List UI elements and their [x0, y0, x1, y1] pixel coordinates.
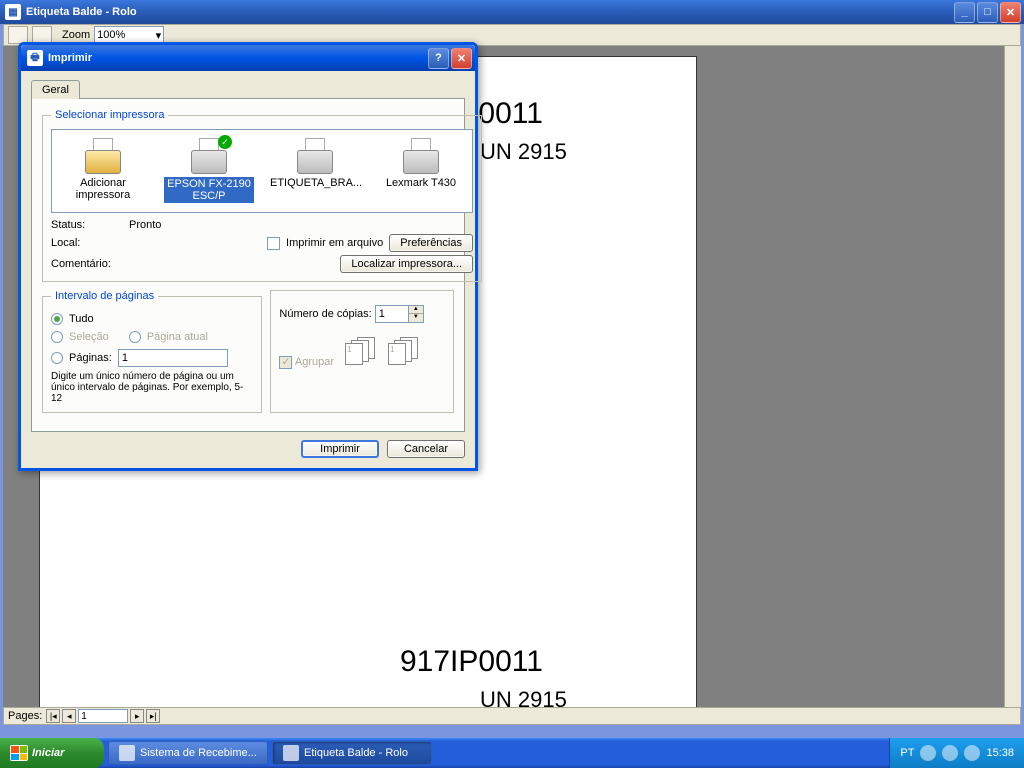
radio-pages[interactable]: [51, 352, 63, 364]
tray-icon-2[interactable]: [942, 745, 958, 761]
collate-preview-icon: 321 321: [345, 337, 428, 368]
copies-label: Número de cópias:: [279, 308, 371, 320]
taskbar-item-sistema[interactable]: Sistema de Recebime...: [108, 741, 268, 765]
collate-checkbox: ✓: [279, 356, 292, 369]
tray-icon-1[interactable]: [920, 745, 936, 761]
printer-label-lexmark: Lexmark T430: [376, 177, 466, 189]
printer-item-etiqueta[interactable]: ETIQUETA_BRA...: [270, 138, 360, 189]
radio-current: [129, 331, 141, 343]
vertical-scrollbar[interactable]: [1004, 46, 1021, 707]
group-select-printer: Selecionar impressora Adicionar impresso…: [42, 109, 482, 282]
taskbar-item-etiqueta[interactable]: Etiqueta Balde - Rolo: [272, 741, 432, 765]
printer-label-epson: EPSON FX-2190 ESC/P: [164, 177, 254, 203]
radio-all[interactable]: [51, 313, 63, 325]
task-label-2: Etiqueta Balde - Rolo: [304, 747, 408, 759]
radio-all-row[interactable]: Tudo: [51, 313, 253, 325]
task-icon-2: [283, 745, 299, 761]
dialog-title: Imprimir: [48, 52, 428, 64]
tab-panel-general: Selecionar impressora Adicionar impresso…: [31, 98, 465, 432]
printer-icon-etiqueta: [295, 138, 335, 174]
main-titlebar: ▦ Etiqueta Balde - Rolo _ □ ✕: [0, 0, 1024, 24]
pages-input[interactable]: [118, 349, 228, 367]
task-label-1: Sistema de Recebime...: [140, 747, 257, 759]
add-printer-icon: [83, 138, 123, 174]
window-title: Etiqueta Balde - Rolo: [26, 6, 954, 18]
pager-first-button[interactable]: |◂: [46, 709, 60, 723]
clock[interactable]: 15:38: [986, 747, 1014, 759]
print-to-file-label: Imprimir em arquivo: [286, 237, 383, 249]
printer-list: Adicionar impressora ✓ EPSON FX-2190 ESC…: [51, 129, 473, 213]
start-label: Iniciar: [32, 747, 64, 759]
radio-pages-row[interactable]: Páginas:: [51, 349, 253, 367]
radio-all-label: Tudo: [69, 313, 94, 325]
dialog-help-button[interactable]: ?: [428, 48, 449, 69]
tab-general[interactable]: Geral: [31, 80, 80, 99]
printer-icon-epson: ✓: [189, 138, 229, 174]
printer-item-epson[interactable]: ✓ EPSON FX-2190 ESC/P: [164, 138, 254, 203]
print-to-file-checkbox[interactable]: [267, 237, 280, 250]
cancel-button[interactable]: Cancelar: [387, 440, 465, 458]
pager-label: Pages:: [8, 710, 42, 722]
preferences-button[interactable]: Preferências: [389, 234, 473, 252]
status-label: Status:: [51, 219, 121, 231]
minimize-button[interactable]: _: [954, 2, 975, 23]
dropdown-arrow-icon: ▾: [156, 29, 162, 42]
radio-selection-label: Seleção: [69, 331, 109, 343]
status-value: Pronto: [129, 219, 259, 231]
pager-prev-button[interactable]: ◂: [62, 709, 76, 723]
task-icon-1: [119, 745, 135, 761]
zoom-value: 100%: [97, 29, 125, 41]
label-un-1: UN 2915: [480, 139, 567, 165]
zoom-label: Zoom: [62, 29, 90, 41]
label-un-2: UN 2915: [480, 687, 567, 707]
copies-spin-up[interactable]: ▲: [409, 306, 423, 314]
radio-selection: [51, 331, 63, 343]
print-button[interactable]: Imprimir: [301, 440, 379, 458]
start-button[interactable]: Iniciar: [0, 738, 104, 768]
radio-current-row: Página atual: [129, 331, 208, 343]
printer-icon-lexmark: [401, 138, 441, 174]
pages-hint: Digite um único número de página ou um ú…: [51, 371, 253, 404]
close-button[interactable]: ✕: [1000, 2, 1021, 23]
windows-logo-icon: [10, 745, 28, 761]
local-label: Local:: [51, 237, 121, 249]
maximize-button[interactable]: □: [977, 2, 998, 23]
pager-input[interactable]: [78, 709, 128, 723]
group-page-range: Intervalo de páginas Tudo Seleção Página…: [42, 290, 262, 413]
pager-bar: Pages: |◂ ◂ ▸ ▸|: [3, 707, 1021, 725]
printer-label-add: Adicionar impressora: [58, 177, 148, 201]
printer-item-lexmark[interactable]: Lexmark T430: [376, 138, 466, 189]
app-icon: ▦: [5, 4, 21, 20]
group-copies: Número de cópias: ▲▼ ✓ Agrupar 321 321: [270, 290, 454, 413]
printer-item-add[interactable]: Adicionar impressora: [58, 138, 148, 201]
dialog-close-button[interactable]: ✕: [451, 48, 472, 69]
copies-spin-down[interactable]: ▼: [409, 314, 423, 322]
system-tray: PT 15:38: [889, 738, 1024, 768]
taskbar: Iniciar Sistema de Recebime... Etiqueta …: [0, 738, 1024, 768]
copies-input[interactable]: [375, 305, 409, 323]
radio-selection-row: Seleção: [51, 331, 109, 343]
label-code-2: 917IP0011: [400, 645, 543, 679]
group-select-printer-legend: Selecionar impressora: [51, 109, 168, 121]
comment-label: Comentário:: [51, 258, 121, 270]
dialog-titlebar: 🖶 Imprimir ? ✕: [21, 45, 475, 71]
collate-label: Agrupar: [295, 356, 334, 368]
default-check-icon: ✓: [218, 135, 232, 149]
print-dialog: 🖶 Imprimir ? ✕ Geral Selecionar impresso…: [18, 42, 478, 471]
pager-next-button[interactable]: ▸: [130, 709, 144, 723]
group-page-range-legend: Intervalo de páginas: [51, 290, 158, 302]
language-indicator[interactable]: PT: [900, 747, 914, 759]
printer-icon: 🖶: [27, 50, 43, 66]
radio-current-label: Página atual: [147, 331, 208, 343]
radio-pages-label: Páginas:: [69, 352, 112, 364]
pager-last-button[interactable]: ▸|: [146, 709, 160, 723]
printer-label-etiqueta: ETIQUETA_BRA...: [270, 177, 360, 189]
tray-icon-3[interactable]: [964, 745, 980, 761]
find-printer-button[interactable]: Localizar impressora...: [340, 255, 473, 273]
